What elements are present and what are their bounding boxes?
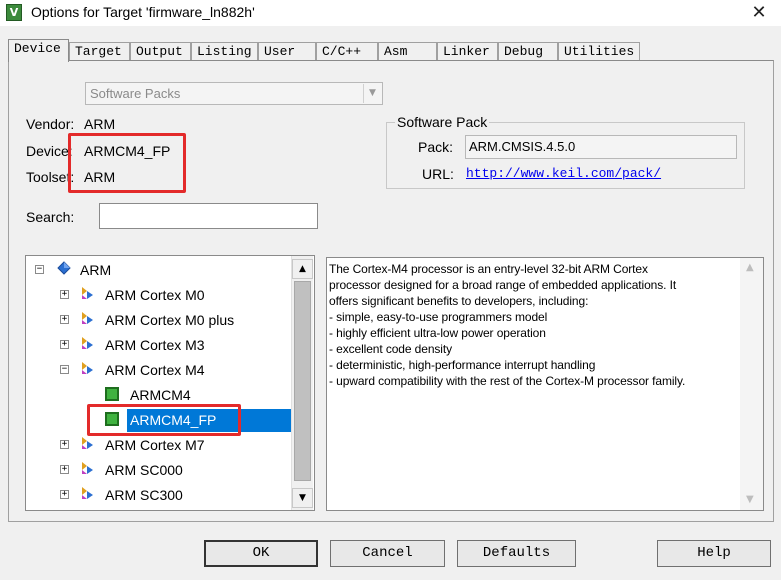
device-highlight-box: [68, 133, 186, 193]
scroll-down-icon[interactable]: ▼: [292, 488, 313, 508]
device-source-value: Software Packs: [90, 86, 181, 101]
family-icon: [82, 437, 93, 449]
url-label: URL:: [422, 166, 454, 182]
family-icon: [82, 312, 93, 324]
close-icon[interactable]: ✕: [748, 2, 770, 24]
tab-utilities[interactable]: Utilities: [558, 42, 640, 61]
window-title: Options for Target 'firmware_ln882h': [31, 4, 255, 20]
pack-field: ARM.CMSIS.4.5.0: [465, 135, 737, 159]
scroll-thumb[interactable]: [294, 281, 311, 481]
tab-strip: Device Target Output Listing User C/C++ …: [8, 39, 774, 62]
vendor-value: ARM: [84, 116, 116, 132]
description-line: The Cortex-M4 processor is an entry-leve…: [329, 262, 648, 276]
family-icon: [82, 362, 93, 374]
family-icon: [82, 462, 93, 474]
pack-url-link[interactable]: http://www.keil.com/pack/: [466, 166, 661, 181]
chevron-down-icon: ▼: [363, 84, 381, 103]
description-scrollbar: ▲ ▼: [740, 258, 763, 510]
description-line: - upward compatibility with the rest of …: [329, 374, 686, 388]
tab-listing[interactable]: Listing: [191, 42, 258, 61]
description-line: - deterministic, high-performance interr…: [329, 358, 596, 372]
scroll-down-icon: ▼: [746, 494, 754, 505]
tree-item-cortex-m0-plus[interactable]: ARM Cortex M0 plus: [105, 309, 234, 331]
tab-linker[interactable]: Linker: [437, 42, 498, 61]
description-line: - highly efficient ultra-low power opera…: [329, 326, 546, 340]
expand-icon[interactable]: +: [60, 340, 69, 349]
expand-icon[interactable]: +: [60, 465, 69, 474]
tab-asm[interactable]: Asm: [378, 42, 437, 61]
pack-label: Pack:: [418, 139, 454, 155]
expand-icon[interactable]: +: [60, 290, 69, 299]
scroll-up-icon[interactable]: ▲: [292, 259, 313, 279]
tree-item-cortex-m7[interactable]: ARM Cortex M7: [105, 434, 205, 456]
tab-user[interactable]: User: [258, 42, 316, 61]
expand-icon[interactable]: +: [60, 490, 69, 499]
collapse-icon[interactable]: −: [35, 265, 44, 274]
tree-item-sc300[interactable]: ARM SC300: [105, 484, 183, 506]
family-icon: [82, 337, 93, 349]
device-label: Device:: [26, 143, 73, 159]
cancel-button[interactable]: Cancel: [330, 540, 445, 567]
tree-item-cortex-m4[interactable]: ARM Cortex M4: [105, 359, 205, 381]
tab-output[interactable]: Output: [130, 42, 191, 61]
tree-scrollbar[interactable]: ▲ ▼: [291, 256, 313, 510]
search-label: Search:: [26, 209, 75, 225]
tree-item-sc000[interactable]: ARM SC000: [105, 459, 183, 481]
description-line: - simple, easy-to-use programmers model: [329, 310, 548, 324]
description-line: offers significant benefits to developer…: [329, 294, 589, 308]
tab-target[interactable]: Target: [69, 42, 130, 61]
description-line: processor designed for a broad range of …: [329, 278, 677, 292]
keil-app-icon: V: [6, 4, 22, 21]
tab-debug[interactable]: Debug: [498, 42, 558, 61]
tree-item-arm[interactable]: ARM: [80, 259, 111, 281]
expand-icon[interactable]: +: [60, 440, 69, 449]
tree-item-cortex-m3[interactable]: ARM Cortex M3: [105, 334, 205, 356]
tab-c-cpp[interactable]: C/C++: [316, 42, 378, 61]
scroll-up-icon: ▲: [746, 262, 754, 273]
selected-device-highlight-box: [87, 404, 241, 436]
ok-button[interactable]: OK: [204, 540, 318, 567]
description-line: - excellent code density: [329, 342, 453, 356]
family-icon: [82, 487, 93, 499]
tab-device[interactable]: Device: [8, 39, 69, 62]
title-bar: V Options for Target 'firmware_ln882h' ✕: [0, 0, 781, 26]
defaults-button[interactable]: Defaults: [457, 540, 576, 567]
collapse-icon[interactable]: −: [60, 365, 69, 374]
tree-item-armcm4[interactable]: ARMCM4: [130, 384, 191, 406]
tree-item-cortex-m0[interactable]: ARM Cortex M0: [105, 284, 205, 306]
vendor-diamond-icon: [57, 261, 71, 275]
help-button[interactable]: Help: [657, 540, 771, 567]
search-input[interactable]: [99, 203, 318, 229]
software-pack-title: Software Pack: [395, 114, 490, 130]
device-source-select: Software Packs ▼: [85, 82, 383, 105]
family-icon: [82, 287, 93, 299]
toolset-label: Toolset:: [26, 169, 75, 185]
vendor-label: Vendor:: [26, 116, 75, 132]
expand-icon[interactable]: +: [60, 315, 69, 324]
chip-icon: [105, 387, 119, 401]
